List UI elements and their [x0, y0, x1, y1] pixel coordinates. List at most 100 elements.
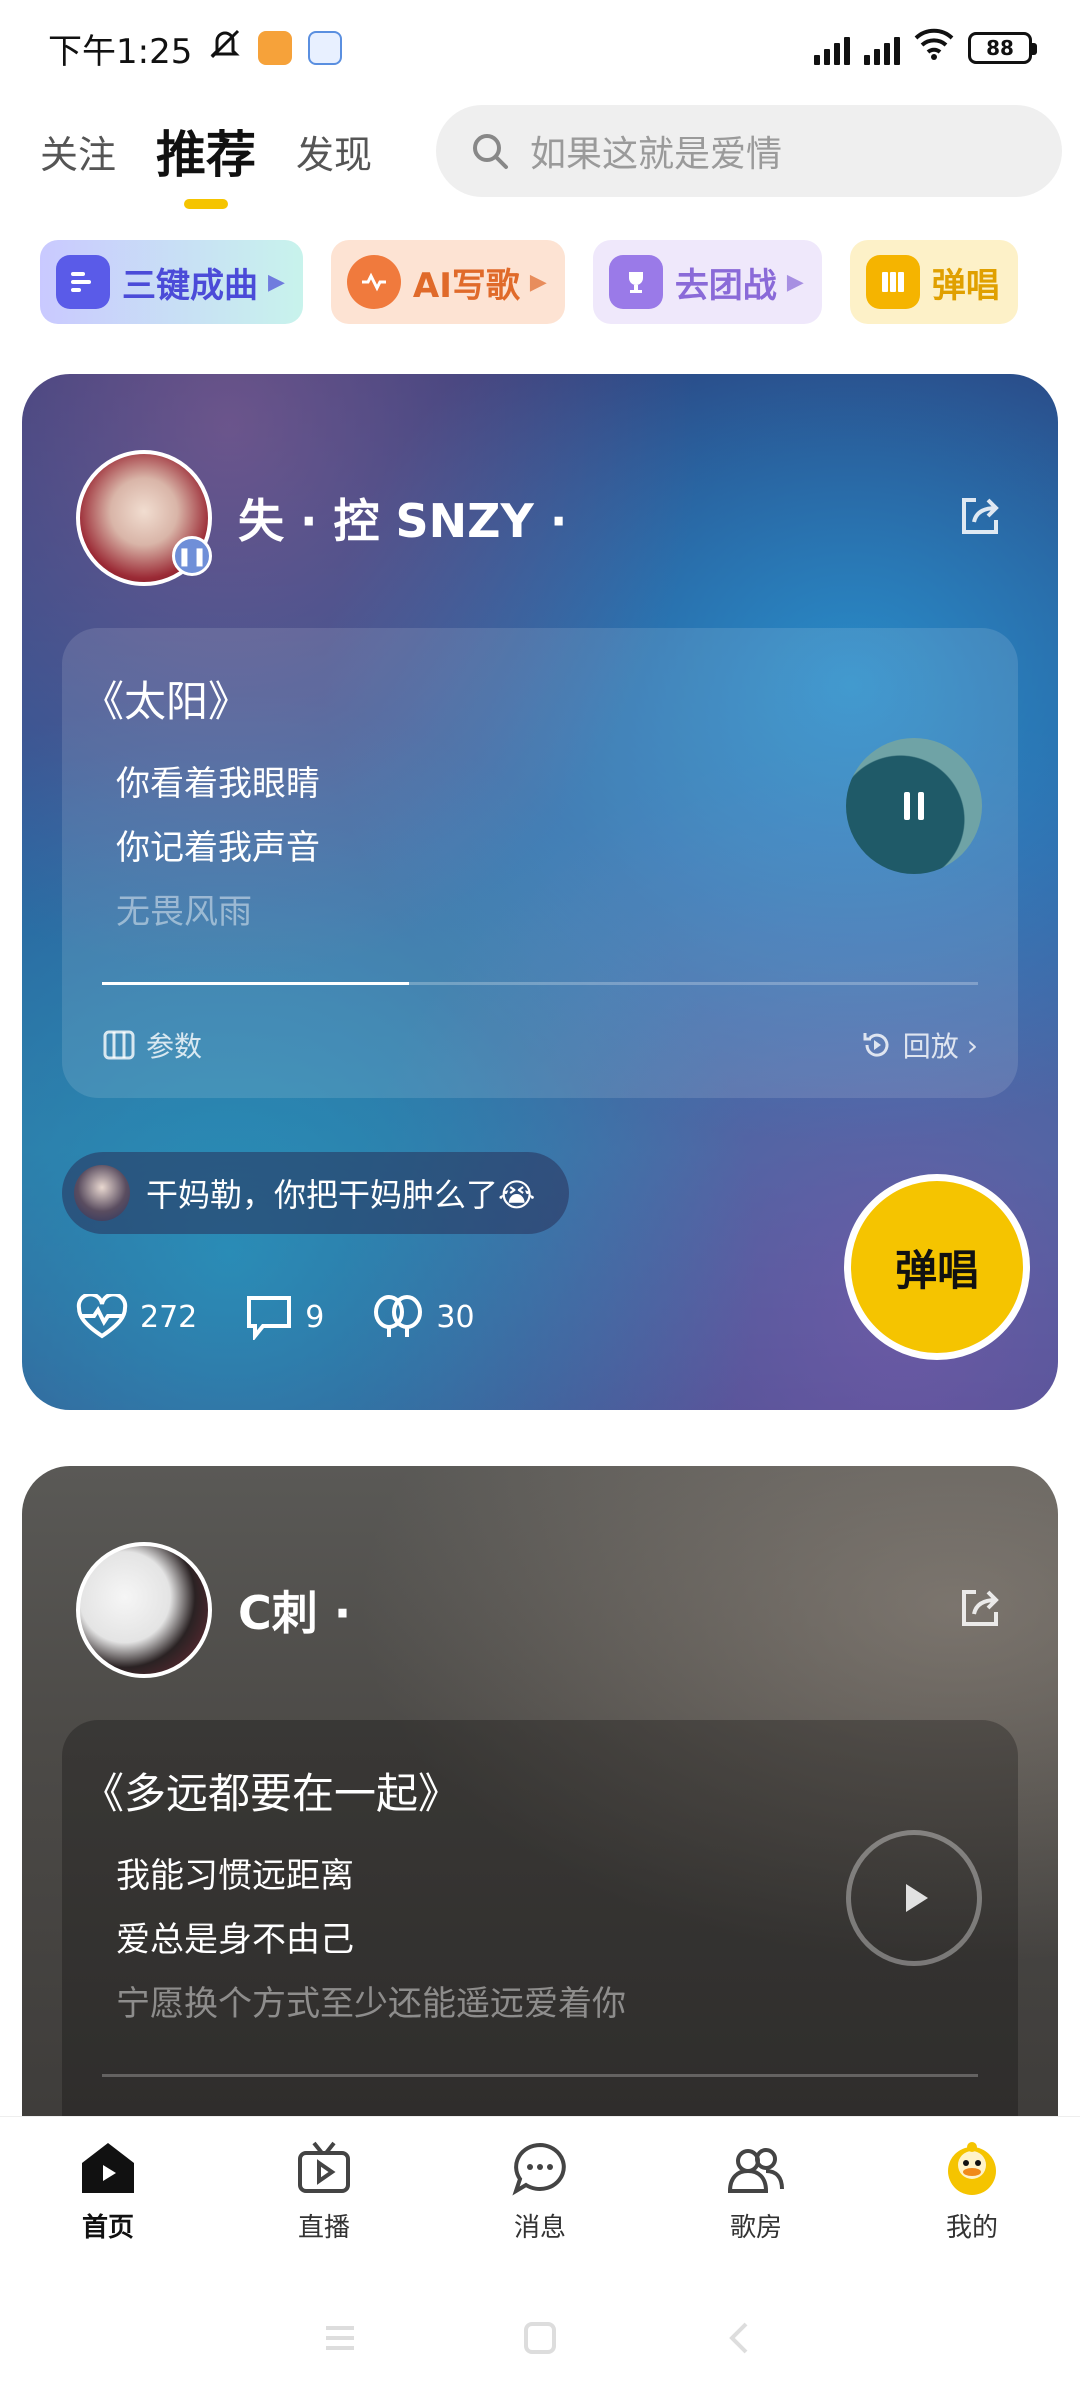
recent-apps-icon[interactable] — [320, 2318, 360, 2362]
lyric-line: 爱总是身不由己 — [116, 1920, 354, 1960]
post-card[interactable]: ❚❚ 失 · 控 SNZY · 《太阳》 你看着我眼睛 你记着我声音 无畏风雨 … — [22, 374, 1058, 1410]
search-input[interactable]: 如果这就是爱情 — [436, 105, 1063, 197]
chip-label: 去团战 — [674, 265, 777, 306]
replay-icon — [863, 1033, 889, 1057]
ai-write-icon — [346, 255, 401, 309]
commenter-avatar — [74, 1165, 130, 1221]
nav-home[interactable]: 首页 — [0, 2137, 216, 2267]
song-title: 《多远都要在一起》 — [82, 1769, 461, 1818]
live-tv-icon — [292, 2137, 356, 2201]
chip-label: 弹唱 — [931, 265, 1000, 306]
post-header: ❚❚ 失 · 控 SNZY · — [76, 448, 1004, 588]
chevron-right-icon: ▶ — [529, 269, 547, 295]
search-placeholder: 如果这就是爱情 — [530, 134, 783, 175]
mute-icon — [208, 27, 242, 70]
replay-label: 回放 — [902, 1030, 959, 1063]
status-time: 下午1:25 — [48, 31, 193, 72]
chip-three-keys[interactable]: 三键成曲 ▶ — [40, 240, 303, 324]
username[interactable]: C刺 · — [238, 1577, 351, 1643]
username[interactable]: 失 · 控 SNZY · — [238, 485, 567, 551]
comment-icon — [247, 1296, 292, 1340]
battery-indicator: 88 — [968, 32, 1037, 64]
post-header: C刺 · — [76, 1540, 1004, 1680]
params-label: 参数 — [146, 1030, 203, 1063]
nav-label: 消息 — [513, 2213, 566, 2243]
post-card[interactable]: C刺 · 《多远都要在一起》 我能习惯远距离 爱总是身不由己 宁愿换个方式至少还… — [22, 1466, 1058, 2166]
wifi-icon — [914, 28, 954, 69]
lyric-line: 你看着我眼睛 — [116, 764, 320, 804]
progress-fill — [102, 982, 409, 985]
nav-label: 首页 — [81, 2213, 134, 2243]
balloon-icon — [374, 1295, 423, 1337]
share-icon[interactable] — [956, 1584, 1004, 1636]
progress-bar[interactable] — [102, 2074, 978, 2077]
pause-icon — [904, 792, 924, 820]
gift-button[interactable]: 30 — [372, 1294, 475, 1340]
lyric-line: 我能习惯远距离 — [116, 1856, 354, 1896]
piano-icon — [103, 1030, 135, 1060]
lyric-panel[interactable]: 《多远都要在一起》 我能习惯远距离 爱总是身不由己 宁愿换个方式至少还能遥远爱着… — [62, 1720, 1018, 2166]
chip-team-battle[interactable]: 去团战 ▶ — [592, 240, 822, 324]
top-nav: 关注 推荐 发现 如果这就是爱情 — [0, 96, 1080, 206]
post-stats: 272 9 30 — [76, 1294, 475, 1340]
quick-action-chips: 三键成曲 ▶ AI写歌 ▶ 去团战 ▶ 弹唱 — [40, 240, 1040, 324]
tab-discover[interactable]: 发现 — [296, 124, 372, 179]
home-square-icon[interactable] — [520, 2318, 560, 2362]
home-icon — [76, 2137, 140, 2201]
avatar[interactable] — [76, 1542, 212, 1678]
signal-icon-2 — [864, 31, 900, 65]
pause-badge-icon: ❚❚ — [172, 536, 212, 576]
chip-label: AI写歌 — [412, 265, 520, 306]
profile-avatar-icon — [940, 2137, 1004, 2201]
comment-button[interactable]: 9 — [245, 1294, 324, 1340]
three-keys-icon — [56, 255, 110, 309]
nav-label: 我的 — [945, 2213, 998, 2243]
chip-sing-along[interactable]: 弹唱 — [849, 240, 1018, 324]
status-bar: 下午1:25 88 — [0, 0, 1080, 96]
lyric-line: 你记着我声音 — [116, 828, 320, 868]
song-title: 《太阳》 — [82, 677, 251, 726]
like-count: 272 — [140, 1299, 198, 1335]
comment-count: 9 — [305, 1299, 325, 1335]
search-icon — [473, 134, 509, 169]
trophy-icon — [608, 255, 663, 309]
app-notification-icon-2 — [308, 31, 343, 65]
nav-label: 直播 — [297, 2213, 350, 2243]
piano-icon — [865, 255, 920, 309]
replay-button[interactable]: 回放 › — [859, 1025, 978, 1065]
gift-count: 30 — [436, 1299, 475, 1335]
play-icon — [906, 1884, 928, 1912]
sing-along-button[interactable]: 弹唱 — [844, 1174, 1030, 1360]
share-icon[interactable] — [956, 492, 1004, 544]
back-icon[interactable] — [720, 2318, 760, 2362]
heart-pulse-icon — [76, 1294, 128, 1339]
pause-button[interactable] — [846, 738, 982, 874]
tab-follow[interactable]: 关注 — [40, 124, 116, 179]
nav-profile[interactable]: 我的 — [864, 2137, 1080, 2267]
chevron-right-icon: ▶ — [268, 269, 285, 295]
progress-bar[interactable] — [102, 982, 978, 985]
like-button[interactable]: 272 — [76, 1294, 197, 1340]
top-comment[interactable]: 干妈勒，你把干妈肿么了😭 — [62, 1152, 570, 1234]
nav-song-room[interactable]: 歌房 — [648, 2137, 864, 2267]
lyric-line: 宁愿换个方式至少还能遥远爱着你 — [116, 1984, 626, 2024]
chevron-right-icon: › — [966, 1028, 978, 1062]
lyric-line: 无畏风雨 — [116, 892, 252, 932]
chip-label: 三键成曲 — [122, 265, 258, 306]
bottom-nav: 首页 直播 消息 歌房 我的 — [0, 2116, 1080, 2400]
tab-recommend[interactable]: 推荐 — [156, 115, 256, 187]
params-button[interactable]: 参数 — [102, 1025, 202, 1065]
song-room-icon — [724, 2137, 788, 2201]
signal-icon — [814, 31, 850, 65]
lyric-panel-footer: 参数 回放 › — [102, 1020, 978, 1070]
lyric-panel[interactable]: 《太阳》 你看着我眼睛 你记着我声音 无畏风雨 参数 回放 › — [62, 628, 1018, 1098]
chip-ai-write[interactable]: AI写歌 ▶ — [330, 240, 565, 324]
message-icon — [508, 2137, 572, 2201]
chevron-right-icon: ▶ — [786, 269, 804, 295]
avatar[interactable]: ❚❚ — [76, 450, 212, 586]
play-button[interactable] — [846, 1830, 982, 1966]
comment-text: 干妈勒，你把干妈肿么了😭 — [146, 1176, 536, 1214]
nav-live[interactable]: 直播 — [216, 2137, 432, 2267]
app-notification-icon — [258, 31, 293, 65]
nav-messages[interactable]: 消息 — [432, 2137, 648, 2267]
